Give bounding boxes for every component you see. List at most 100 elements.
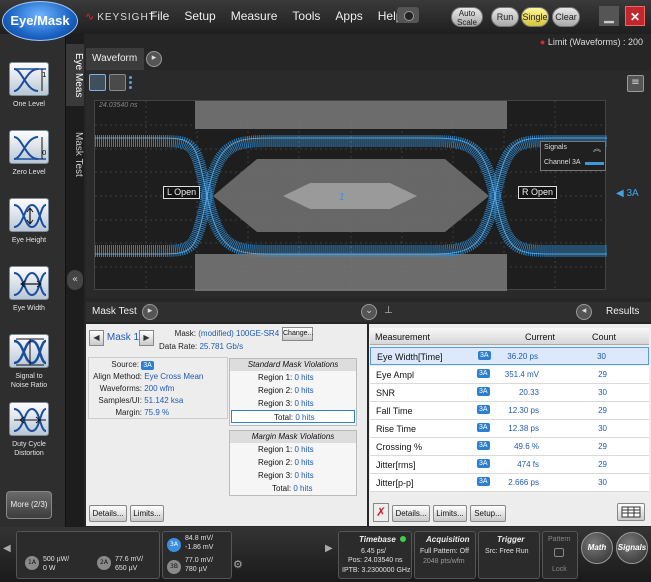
count-value: 30 [598, 388, 607, 397]
current-value: 49.6 % [514, 442, 539, 451]
channel-3a-chip[interactable]: 3A [167, 538, 181, 552]
svg-text:0: 0 [42, 149, 46, 157]
channels-1a-2a[interactable]: 1A 500 µW/0 W 2A 77.6 mV/650 µV [16, 531, 160, 579]
table-row[interactable]: Crossing % 3A 49.6 % 29 [370, 438, 649, 456]
collapse-panel-icon[interactable]: « [67, 270, 83, 290]
menu-setup[interactable]: Setup [184, 9, 215, 23]
table-row[interactable]: Jitter[p-p] 3A 2.666 ps 30 [370, 474, 649, 492]
signals-legend[interactable]: Signals ︽ Channel 3A [540, 141, 606, 171]
delete-measurement-icon[interactable]: ✗ [373, 503, 389, 522]
mask-name: Mask 1 [106, 332, 140, 343]
menu-file[interactable]: File [150, 9, 169, 23]
results-details-button[interactable]: Details... [392, 505, 430, 522]
table-view-icon[interactable] [617, 503, 645, 521]
single-button[interactable]: Single [521, 7, 549, 27]
region-label: Region 2: [258, 386, 293, 395]
mask-prev-button[interactable]: ◀ [89, 330, 104, 346]
results-setup-button[interactable]: Setup... [470, 505, 506, 522]
menu-tools[interactable]: Tools [292, 9, 320, 23]
timebase-box[interactable]: Timebase 6.45 ps/ Pos: 24.03540 ns IPTB:… [338, 531, 412, 579]
trigger-box[interactable]: Trigger Src: Free Run [478, 531, 540, 579]
mask-next-button[interactable]: ▶ [139, 330, 154, 346]
measurement-name: Jitter[rms] [376, 460, 416, 470]
pin-icon[interactable]: ⊥ [384, 305, 393, 316]
tab-waveform[interactable]: Waveform [86, 48, 144, 70]
signals-button[interactable]: Signals [616, 532, 648, 564]
standard-violations-title: Standard Mask Violations [230, 359, 356, 371]
trigger-source: Src: Free Run [485, 548, 529, 555]
region-value: 0 hits [294, 399, 314, 408]
channel-2a-chip[interactable]: 2A [97, 556, 111, 570]
one-level-icon: 1 [9, 62, 49, 96]
run-button[interactable]: Run [491, 7, 519, 27]
multi-grid-layout-icon[interactable] [109, 74, 126, 91]
tool-zero-level[interactable]: 0 Zero Level [7, 130, 51, 177]
margin-violations-table: Margin Mask Violations Region 1: 0 hits … [229, 430, 357, 496]
math-button[interactable]: Math [581, 532, 613, 564]
menu-apps[interactable]: Apps [335, 9, 362, 23]
scroll-right-icon[interactable]: ▶ [325, 543, 333, 554]
auto-scale-button[interactable]: Auto Scale [451, 7, 483, 27]
region-value: 0 hits [294, 471, 314, 480]
measurement-name: Eye Ampl [376, 370, 415, 380]
channel-3b-chip[interactable]: 3B [167, 560, 181, 574]
region-value: 0 hits [294, 373, 314, 382]
menu-measure[interactable]: Measure [231, 9, 278, 23]
more-options-icon[interactable] [129, 76, 133, 90]
count-value: 30 [597, 352, 606, 361]
margin-label: Margin: [115, 408, 142, 417]
measurement-toolbar: 1 One Level 0 Zero Level Eye Height Eye … [0, 34, 66, 527]
minimize-button[interactable]: ▁ [599, 6, 619, 26]
table-row[interactable]: SNR 3A 20.33 30 [370, 384, 649, 402]
tool-zero-level-label: Zero Level [12, 169, 46, 176]
channels-3a-3b[interactable]: 3A 84.8 mV/ -1.86 mV 3B 77.0 mV/780 µV [162, 531, 232, 579]
tool-one-level[interactable]: 1 One Level [7, 62, 51, 109]
waveform-play-icon[interactable]: ▸ [146, 51, 162, 67]
measurement-name: Jitter[p-p] [376, 478, 414, 488]
region-label: Region 1: [258, 373, 293, 382]
tool-snr[interactable]: Signal to Noise Ratio [7, 334, 51, 390]
chevron-up-icon[interactable]: ︽ [593, 143, 601, 154]
acquisition-box[interactable]: Acquisition Full Pattern: Off 2048 pts/w… [414, 531, 476, 579]
scroll-left-icon[interactable]: ◀ [3, 543, 11, 554]
table-row[interactable]: Fall Time 3A 12.30 ps 29 [370, 402, 649, 420]
l-open-label: L Open [163, 186, 201, 199]
table-row[interactable]: Eye Ampl 3A 351.4 mV 29 [370, 366, 649, 384]
results-panel: Measurement Current Count Eye Width[Time… [369, 324, 651, 526]
pattern-lock-box[interactable]: Pattern Lock [542, 531, 578, 579]
collapse-down-icon[interactable]: ⌄ [361, 304, 377, 320]
waveform-menu-icon[interactable]: ≡ [627, 75, 644, 92]
camera-icon[interactable] [397, 7, 419, 23]
mask-details-button[interactable]: Details... [89, 505, 127, 522]
current-value: 12.30 ps [508, 406, 539, 415]
single-grid-layout-icon[interactable] [89, 74, 106, 91]
tool-dcd[interactable]: Duty Cycle Distortion [7, 402, 51, 458]
limit-status-text: Limit (Waveforms) : 200 [547, 37, 643, 47]
table-row[interactable]: Eye Width[Time] 3A 36.20 ps 30 [370, 347, 649, 365]
mask-test-play-icon[interactable]: ▸ [142, 304, 158, 320]
results-limits-button[interactable]: Limits... [433, 505, 467, 522]
mask-limits-button[interactable]: Limits... [130, 505, 164, 522]
channel-settings-gear-icon[interactable]: ⚙ [233, 558, 243, 571]
eye-diagram-display[interactable]: 1 24.03540 ns Signals ︽ Channel 3A L Ope… [94, 100, 607, 291]
tool-eye-height[interactable]: Eye Height [7, 198, 51, 245]
brand-text: KEYSIGHT [97, 12, 156, 23]
channel-1a-chip[interactable]: 1A [25, 556, 39, 570]
tool-eye-width[interactable]: Eye Width [7, 266, 51, 313]
tab-eye-meas[interactable]: Eye Meas [66, 44, 84, 106]
more-button[interactable]: More (2/3) [6, 491, 52, 519]
align-method-value: Eye Cross Mean [144, 372, 204, 381]
tool-one-level-label: One Level [13, 101, 45, 108]
clear-button[interactable]: Clear [552, 7, 580, 27]
region-value: 0 hits [294, 386, 314, 395]
results-back-icon[interactable]: ◂ [576, 304, 592, 320]
channel-3a-marker[interactable]: ◀ 3A [616, 188, 639, 199]
change-mask-button[interactable]: Change... [282, 327, 313, 341]
tab-mask-test[interactable]: Mask Test [66, 122, 84, 186]
tool-snr-label: Signal to Noise Ratio [10, 373, 48, 389]
tool-dcd-label: Duty Cycle Distortion [12, 441, 46, 457]
table-row[interactable]: Jitter[rms] 3A 474 fs 29 [370, 456, 649, 474]
close-button[interactable]: ✕ [625, 6, 645, 26]
eye-mask-mode-button[interactable]: Eye/Mask [2, 1, 78, 41]
table-row[interactable]: Rise Time 3A 12.38 ps 30 [370, 420, 649, 438]
